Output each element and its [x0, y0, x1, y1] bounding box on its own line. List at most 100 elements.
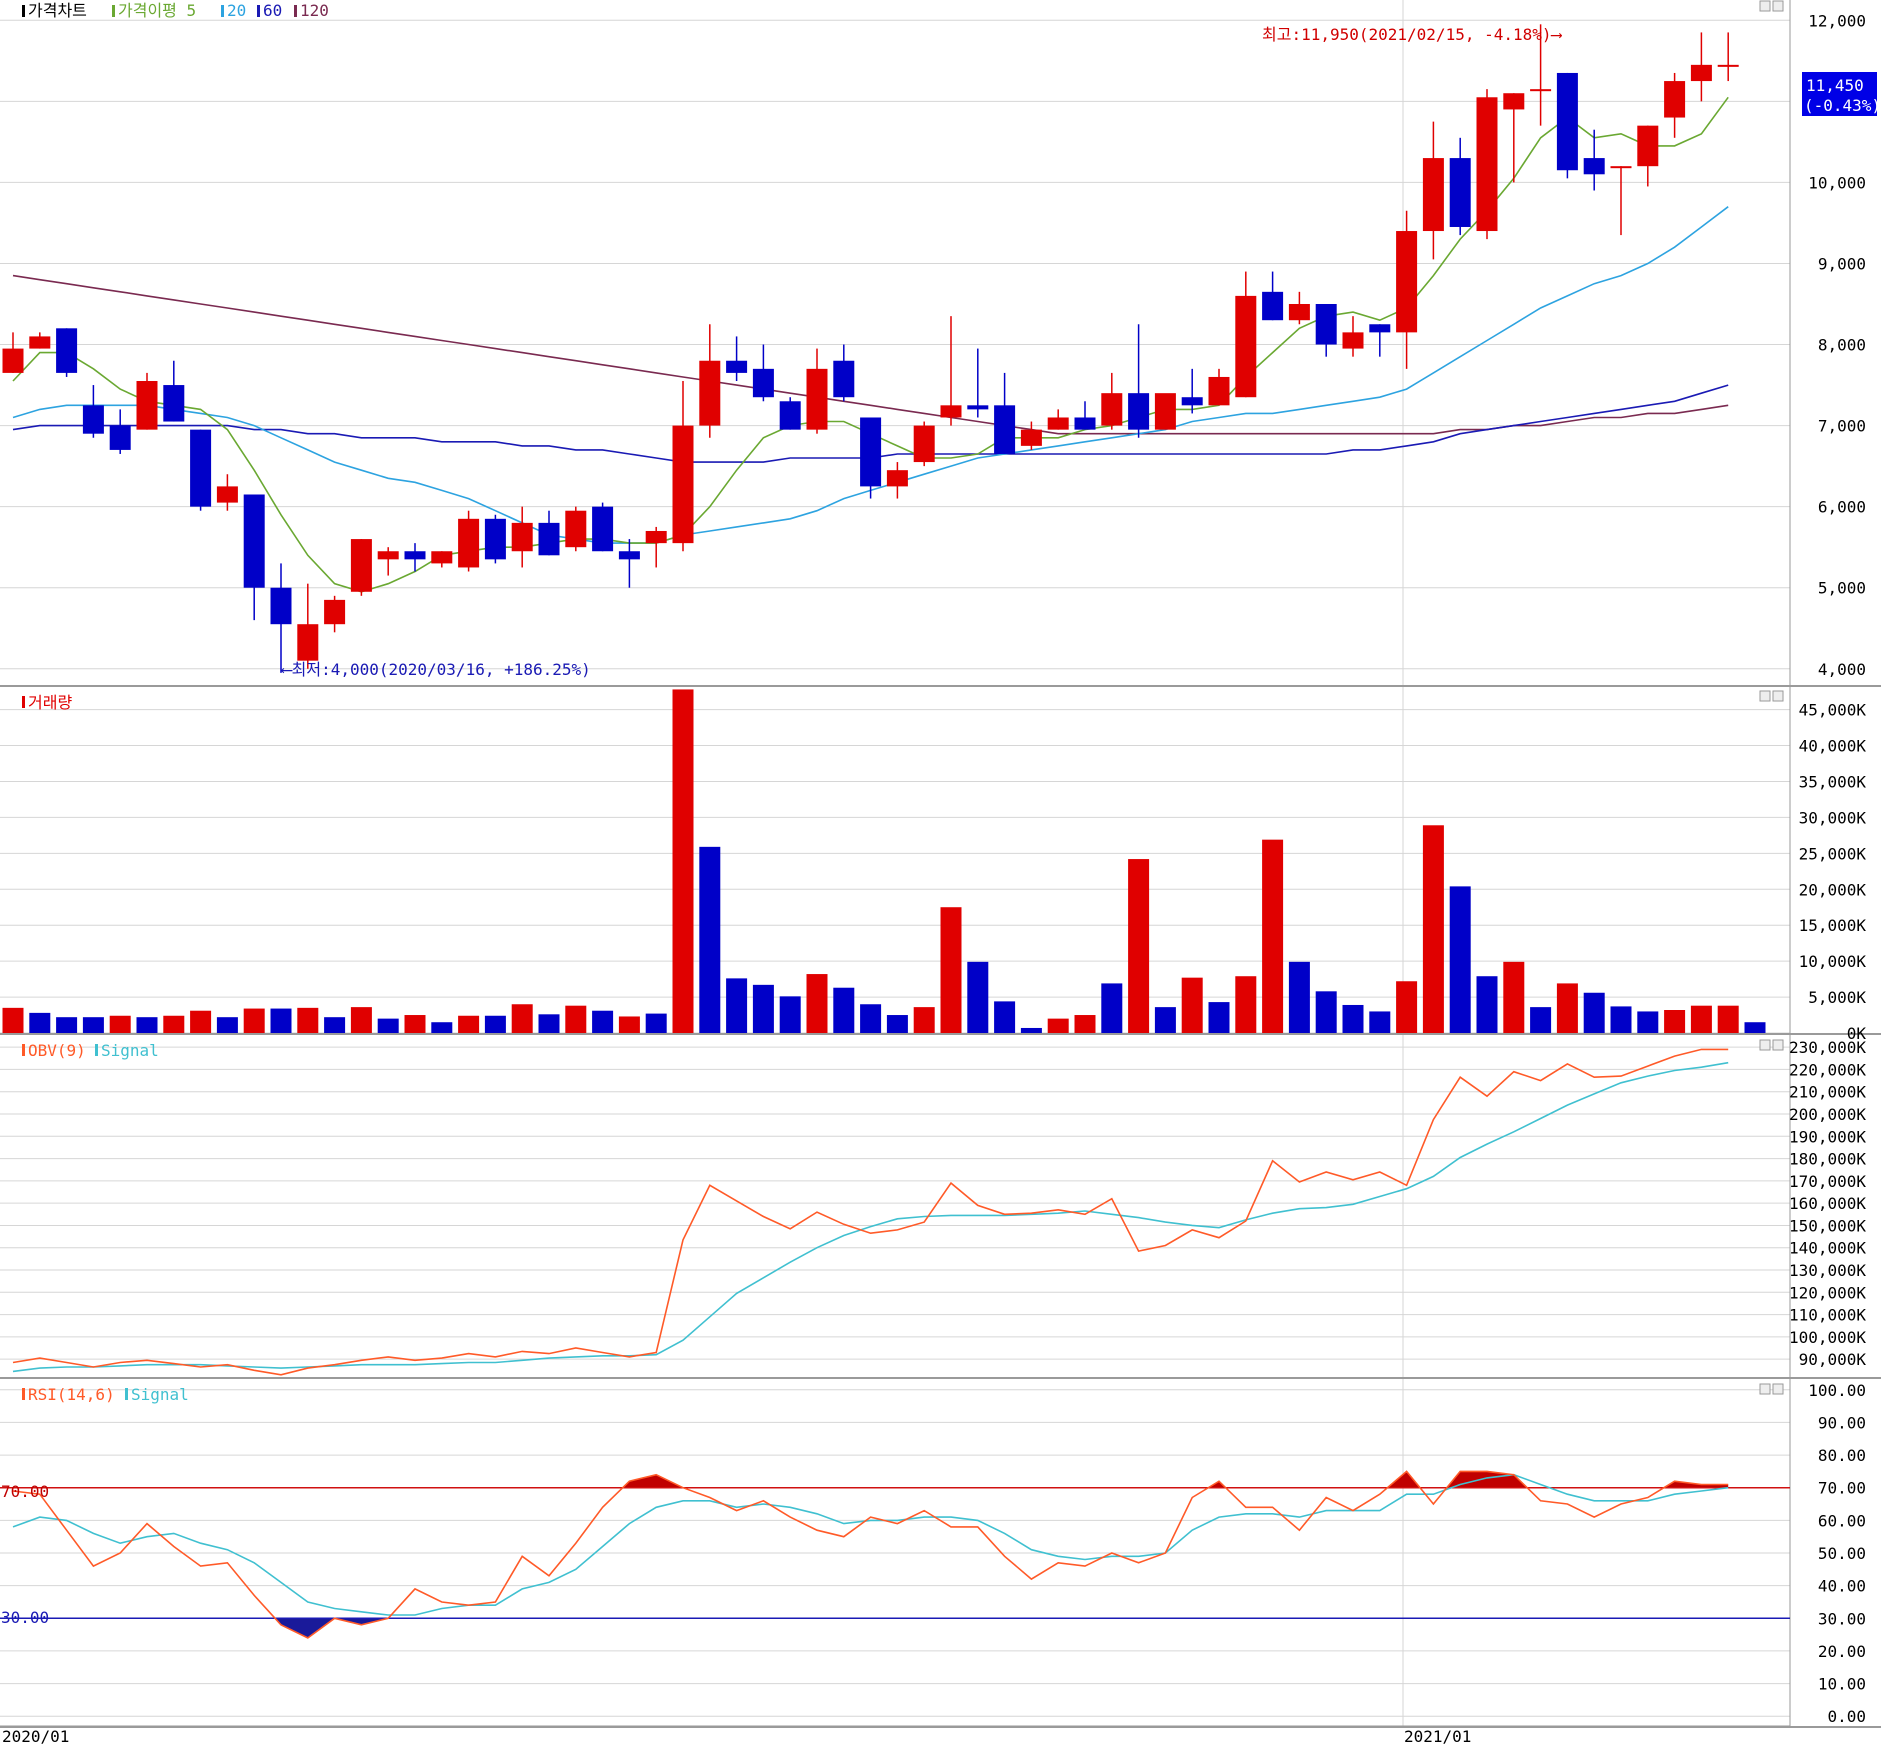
legend-obv-signal[interactable]: Signal	[101, 1041, 159, 1060]
legend-ma120[interactable]: 120	[300, 1, 329, 20]
minimize-icon[interactable]	[1759, 690, 1771, 702]
volume-bar	[163, 1015, 185, 1033]
volume-bar	[1020, 1027, 1042, 1033]
volume-bar	[994, 1001, 1016, 1033]
minimize-icon[interactable]	[1759, 0, 1771, 12]
volume-bar	[431, 1022, 453, 1033]
minimize-icon[interactable]	[1759, 1383, 1771, 1395]
volume-bar	[1262, 839, 1284, 1033]
obv-tick-label: 130,000K	[1789, 1261, 1866, 1280]
stock-chart-canvas: 4,0005,0006,0007,0008,0009,00010,00011,0…	[0, 0, 1881, 1746]
close-icon[interactable]	[1772, 690, 1784, 702]
rsi-oversold-fill	[275, 1618, 335, 1638]
volume-bar	[1101, 983, 1123, 1033]
close-icon[interactable]	[1772, 1383, 1784, 1395]
candle-body	[726, 360, 748, 373]
volume-bar	[645, 1013, 667, 1033]
x-label-2021-01: 2021/01	[1404, 1727, 1471, 1746]
obv-signal-line	[12, 1061, 1729, 1373]
last-price-badge: 11,450 (-0.43%)	[1802, 72, 1881, 116]
candle-body	[484, 518, 506, 560]
candle-body	[1637, 125, 1659, 167]
volume-bar	[404, 1015, 426, 1033]
volume-tick-label: 15,000K	[1799, 916, 1867, 935]
candle-body	[538, 522, 560, 556]
volume-bar	[350, 1007, 372, 1033]
volume-bar	[1422, 825, 1444, 1033]
volume-bar	[190, 1010, 212, 1033]
legend-volume[interactable]: 거래량	[28, 693, 72, 712]
volume-bar	[1476, 976, 1498, 1033]
legend-rsi[interactable]: RSI(14,6)	[28, 1385, 115, 1404]
price-legend-marker-icon	[22, 5, 25, 17]
rsi-tick-label: 90.00	[1818, 1413, 1866, 1432]
price-tick-label: 6,000	[1818, 498, 1866, 517]
legend-rsi-signal[interactable]: Signal	[131, 1385, 189, 1404]
price-tick-label: 10,000	[1808, 173, 1866, 192]
volume-bar	[1583, 992, 1605, 1033]
obv-tick-label: 120,000K	[1789, 1283, 1866, 1302]
obv-tick-label: 220,000K	[1789, 1060, 1866, 1079]
candle-body	[163, 385, 185, 422]
volume-bar	[913, 1007, 935, 1033]
rsi-line	[12, 1470, 1729, 1639]
legend-ma60[interactable]: 60	[263, 1, 282, 20]
candle-body	[297, 624, 319, 661]
legend-price-chart[interactable]: 가격차트	[28, 1, 87, 20]
candle-body	[1449, 158, 1471, 227]
candle-body	[592, 506, 614, 552]
minimize-icon[interactable]	[1759, 1039, 1771, 1051]
close-icon[interactable]	[1772, 1039, 1784, 1051]
volume-bar	[243, 1008, 265, 1033]
candle-body	[29, 336, 51, 349]
ma120-marker-icon	[294, 5, 297, 17]
ma60-marker-icon	[257, 5, 260, 17]
obv-tick-label: 230,000K	[1789, 1038, 1866, 1057]
volume-bar	[1181, 977, 1203, 1033]
obv-tick-label: 190,000K	[1789, 1127, 1866, 1146]
candle-body	[752, 368, 774, 398]
obv-panel[interactable]	[12, 1048, 1729, 1376]
rsi-tick-label: 0.00	[1827, 1707, 1866, 1726]
candle-body	[1235, 295, 1257, 398]
obv-tick-label: 90,000K	[1799, 1350, 1867, 1369]
candle-body	[1128, 393, 1150, 430]
legend-ma5[interactable]: 가격이평 5	[118, 1, 196, 20]
candle-body	[1690, 64, 1712, 82]
candle-body	[699, 360, 721, 426]
volume-bar	[1315, 991, 1337, 1033]
rsi-panel[interactable]	[0, 1470, 1790, 1639]
candle-body	[136, 381, 158, 430]
volume-bar	[538, 1014, 560, 1033]
legend-ma20[interactable]: 20	[227, 1, 246, 20]
price-panel-controls	[1759, 0, 1784, 12]
candle-body	[940, 405, 962, 418]
price-panel[interactable]	[2, 24, 1739, 673]
volume-bar	[967, 961, 989, 1033]
candle-body	[56, 328, 78, 373]
volume-bar	[1208, 1002, 1230, 1033]
volume-bar	[1154, 1007, 1176, 1033]
rsi-tick-label: 80.00	[1818, 1446, 1866, 1465]
low-price-annotation: ⟵최저:4,000(2020/03/16, +186.25%)	[281, 660, 591, 679]
rsi-tick-label: 20.00	[1818, 1642, 1866, 1661]
rsi-tick-label: 10.00	[1818, 1675, 1866, 1694]
close-icon[interactable]	[1772, 0, 1784, 12]
volume-bar	[511, 1004, 533, 1033]
candle-body	[1422, 158, 1444, 232]
volume-tick-label: 10,000K	[1799, 952, 1867, 971]
candle-body	[1610, 166, 1632, 169]
rsi-signal-line	[12, 1473, 1729, 1616]
volume-tick-label: 25,000K	[1799, 844, 1867, 863]
obv-line	[12, 1048, 1729, 1376]
obv-tick-label: 110,000K	[1789, 1306, 1866, 1325]
volume-tick-label: 30,000K	[1799, 808, 1867, 827]
volume-bar	[1074, 1015, 1096, 1033]
legend-obv[interactable]: OBV(9)	[28, 1041, 86, 1060]
candle-body	[1074, 417, 1096, 430]
price-tick-label: 5,000	[1818, 579, 1866, 598]
grid-layer	[0, 0, 1790, 1726]
volume-panel[interactable]	[2, 689, 1766, 1033]
obv-tick-label: 170,000K	[1789, 1172, 1866, 1191]
candle-body	[1556, 72, 1578, 171]
